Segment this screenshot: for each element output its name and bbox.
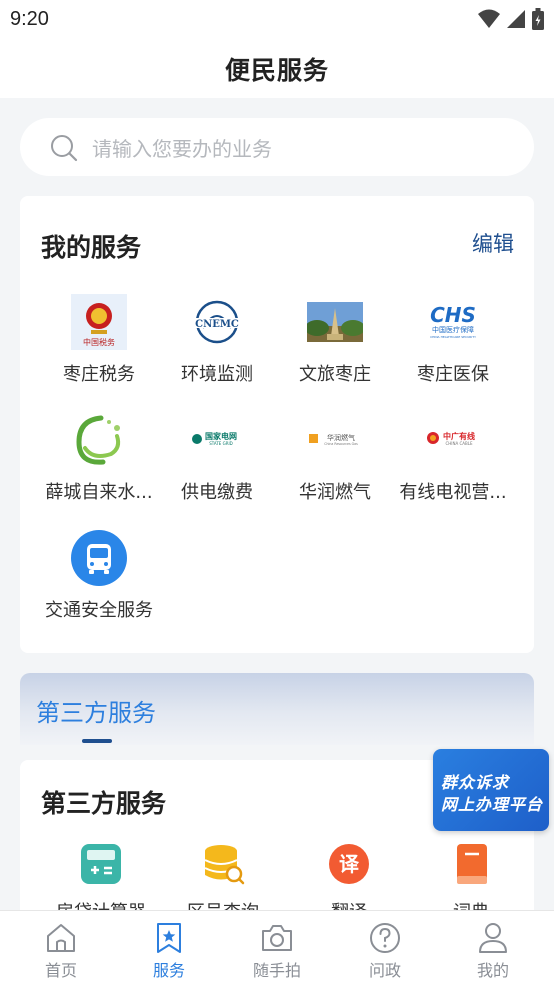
water-supply-logo-icon [76, 415, 121, 465]
svg-text:中国医疗保障: 中国医疗保障 [432, 325, 474, 334]
service-label: 枣庄医保 [417, 364, 489, 385]
page-title: 便民服务 [224, 56, 329, 85]
service-label: 供电缴费 [181, 482, 253, 503]
service-label: 薛城自来水... [45, 482, 153, 503]
china-cable-logo-icon: 中广有线 CHINA CABLE [427, 431, 475, 446]
calculator-icon [81, 844, 121, 884]
nav-label: 随手拍 [252, 961, 301, 980]
chs-medical-insurance-icon: CHS 中国医疗保障 CHINA HEALTHCARE SECURITY [430, 303, 476, 339]
search-section: 请输入您要办的业务 [0, 98, 554, 178]
nav-item-mine[interactable]: 我的 [438, 911, 548, 985]
nav-label: 首页 [44, 961, 77, 980]
state-grid-logo-icon: 国家电网 STATE GRID [192, 431, 237, 446]
svg-text:CHINA HEALTHCARE SECURITY: CHINA HEALTHCARE SECURITY [430, 335, 476, 339]
bookmark-star-icon [157, 923, 181, 953]
nav-label: 我的 [476, 961, 509, 980]
service-item-env[interactable]: CNEMC 环境监测 [158, 294, 276, 386]
title-bar: 便民服务 [0, 40, 554, 98]
tab-indicator [82, 739, 112, 743]
nav-item-services[interactable]: 服务 [114, 911, 224, 985]
third-party-tab-banner: 第三方服务 [20, 673, 534, 745]
service-item-tax[interactable]: 中国税务 枣庄税务 [40, 294, 158, 386]
svg-text:CHINA CABLE: CHINA CABLE [445, 441, 472, 446]
service-item-tourism[interactable]: 文旅枣庄 [276, 294, 394, 386]
status-time: 9:20 [10, 8, 49, 30]
svg-text:译: 译 [339, 852, 360, 876]
service-label: 枣庄税务 [63, 364, 135, 385]
book-icon [457, 844, 487, 884]
search-icon [51, 135, 78, 162]
service-label: 文旅枣庄 [299, 364, 371, 385]
tax-emblem-icon: 中国税务 [71, 294, 127, 350]
status-icons [478, 8, 544, 30]
cellular-signal-icon [507, 10, 525, 28]
service-item-cable[interactable]: 中广有线 CHINA CABLE 有线电视营... [394, 412, 512, 504]
service-item-power[interactable]: 国家电网 STATE GRID 供电缴费 [158, 412, 276, 504]
service-item-water[interactable]: 薛城自来水... [40, 412, 158, 504]
service-label: 交通安全服务 [45, 600, 153, 621]
status-bar: 9:20 [0, 0, 554, 40]
svg-text:国家电网: 国家电网 [205, 431, 237, 441]
tab-third-party[interactable]: 第三方服务 [36, 693, 156, 728]
third-party-item-mortgage[interactable]: 房贷计算器 [42, 842, 160, 920]
service-item-gas[interactable]: 华润燃气 China Resources Gas 华润燃气 [276, 412, 394, 504]
my-services-title: 我的服务 [41, 233, 142, 262]
nav-label: 服务 [152, 961, 185, 980]
svg-text:中国税务: 中国税务 [83, 337, 115, 347]
cr-gas-logo-icon: 华润燃气 China Resources Gas [309, 433, 358, 446]
svg-text:STATE GRID: STATE GRID [209, 441, 232, 446]
svg-text:CHS: CHS [430, 303, 476, 327]
edit-button[interactable]: 编辑 [472, 228, 514, 258]
banner-line-1: 群众诉求 [441, 773, 510, 792]
bus-icon [71, 530, 127, 586]
service-label: 环境监测 [181, 364, 253, 385]
svg-text:China Resources Gas: China Resources Gas [324, 442, 358, 446]
database-search-icon [204, 845, 245, 885]
third-party-item-translate[interactable]: 译 翻译 [290, 842, 408, 920]
third-party-title: 第三方服务 [41, 789, 167, 818]
third-party-item-area-code[interactable]: 区号查询 [164, 842, 282, 920]
search-input[interactable]: 请输入您要办的业务 [20, 118, 534, 176]
battery-icon [532, 8, 544, 30]
nav-item-home[interactable]: 首页 [6, 911, 116, 985]
nav-item-snapshot[interactable]: 随手拍 [222, 911, 332, 985]
service-label: 有线电视营... [399, 482, 507, 503]
service-item-traffic[interactable]: 交通安全服务 [40, 530, 158, 622]
my-services-card: 我的服务 编辑 中国税务 枣庄税务 CNEMC 环境监测 文旅枣庄 CHS 中国… [20, 196, 534, 653]
svg-text:CNEMC: CNEMC [195, 319, 239, 330]
service-item-medical[interactable]: CHS 中国医疗保障 CHINA HEALTHCARE SECURITY 枣庄医… [394, 294, 512, 386]
svg-text:中广有线: 中广有线 [443, 431, 475, 441]
service-label: 华润燃气 [299, 482, 371, 503]
home-icon [47, 924, 75, 952]
nav-item-inquiry[interactable]: 问政 [330, 911, 440, 985]
env-monitor-logo-icon: CNEMC [193, 300, 241, 344]
translate-icon: 译 [329, 844, 369, 884]
camera-icon [262, 925, 292, 951]
user-icon [479, 923, 507, 953]
tourism-photo-icon [307, 302, 363, 342]
wifi-icon [478, 9, 500, 28]
svg-text:华润燃气: 华润燃气 [327, 433, 355, 442]
question-icon [370, 923, 400, 953]
banner-line-2: 网上办理平台 [441, 795, 544, 814]
third-party-item-dictionary[interactable]: 词典 [412, 842, 530, 920]
nav-label: 问政 [368, 961, 401, 980]
search-placeholder: 请输入您要办的业务 [92, 137, 272, 161]
bottom-nav: 首页 服务 随手拍 问政 我的 [0, 910, 554, 985]
appeal-platform-banner[interactable]: 群众诉求 网上办理平台 [433, 749, 549, 831]
